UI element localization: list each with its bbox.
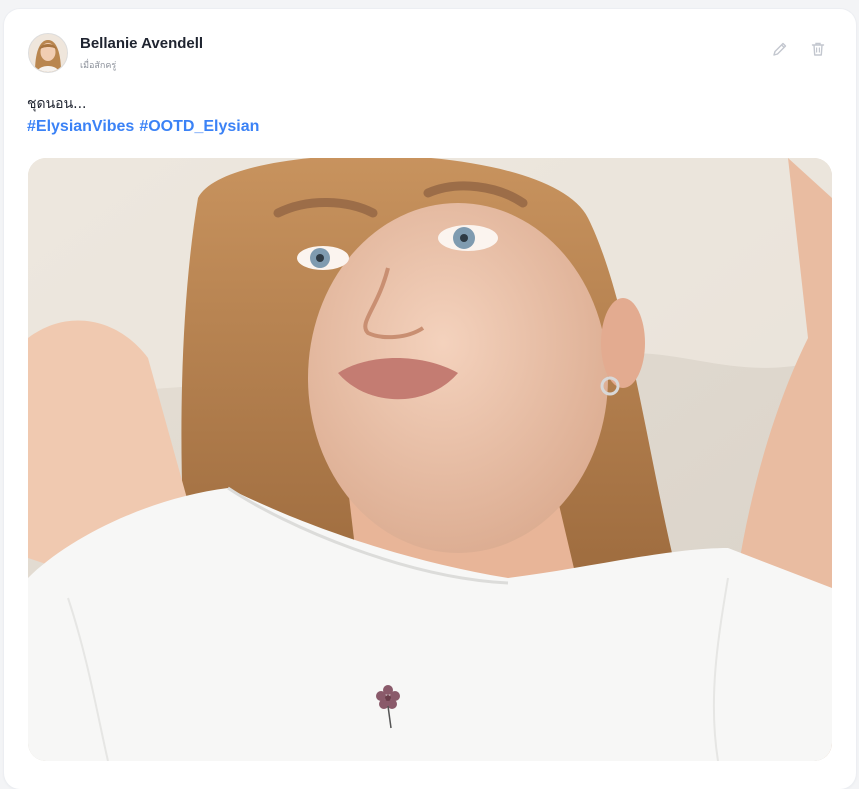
author-name[interactable]: Bellanie Avendell	[80, 35, 203, 53]
pencil-icon	[773, 42, 787, 56]
hashtag-link[interactable]: #OOTD_Elysian	[139, 118, 259, 136]
avatar[interactable]	[28, 33, 68, 73]
post-actions	[770, 39, 828, 59]
post-timestamp: เมื่อสักครู่	[80, 60, 117, 71]
post-header: Bellanie Avendell เมื่อสักครู่	[28, 33, 203, 73]
post-card: Bellanie Avendell เมื่อสักครู่ ชุดนอน...…	[4, 9, 856, 789]
post-caption: ชุดนอน...	[27, 96, 87, 112]
hashtag-list: #ElysianVibes #OOTD_Elysian	[27, 118, 259, 136]
post-meta: Bellanie Avendell เมื่อสักครู่	[80, 35, 203, 72]
delete-button[interactable]	[808, 39, 828, 59]
trash-icon	[811, 42, 825, 56]
post-image[interactable]	[28, 158, 832, 761]
hashtag-link[interactable]: #ElysianVibes	[27, 118, 134, 136]
edit-button[interactable]	[770, 39, 790, 59]
